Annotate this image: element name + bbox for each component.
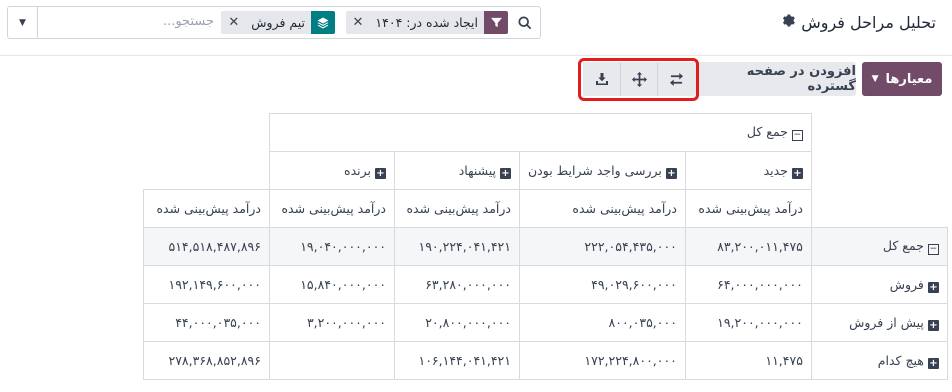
row-total-cell[interactable]: ۴۴,۰۰۰,۰۳۵,۰۰۰ bbox=[143, 303, 270, 342]
filter-facet-label: ایجاد شده در: ۱۴۰۴ bbox=[375, 15, 478, 30]
value-cell[interactable]: ۱۹,۲۰۰,۰۰۰,۰۰۰ bbox=[684, 303, 812, 342]
expand-icon: + bbox=[791, 167, 803, 179]
column-header-label: پیشنهاد bbox=[458, 162, 496, 178]
caret-down-icon: ▼ bbox=[19, 17, 26, 28]
groupby-facet-label: تیم فروش bbox=[251, 15, 305, 30]
value-cell[interactable]: ۴۹,۰۲۹,۶۰۰,۰۰۰ bbox=[519, 265, 686, 304]
column-header-won[interactable]: + برنده bbox=[269, 151, 395, 190]
table-row: ۲۷۸,۳۶۸,۸۵۲,۸۹۶ ۱۰۶,۱۴۴,۰۴۱,۴۲۱ ۱۷۲,۲۲۴,… bbox=[143, 341, 948, 380]
value-cell[interactable] bbox=[269, 341, 395, 380]
groupby-facet[interactable]: تیم فروش ✕ bbox=[221, 11, 335, 34]
expand-icon: + bbox=[927, 357, 939, 369]
column-total-label: جمع کل bbox=[746, 124, 788, 139]
value-cell[interactable]: ۱۵,۸۴۰,۰۰۰,۰۰۰ bbox=[269, 265, 395, 304]
value-cell[interactable]: ۱۷۲,۲۲۴,۸۰۰,۰۰۰ bbox=[519, 341, 686, 380]
gear-icon[interactable] bbox=[782, 13, 796, 31]
value-cell[interactable]: ۱۹,۰۴۰,۰۰۰,۰۰۰ bbox=[269, 227, 395, 266]
row-header-pre-sales[interactable]: +پیش از فروش bbox=[810, 303, 948, 342]
column-header-proposition[interactable]: + پیشنهاد bbox=[394, 151, 520, 190]
value-cell[interactable]: ۱۰۶,۱۴۴,۰۴۱,۴۲۱ bbox=[394, 341, 520, 380]
value-cell[interactable]: ۳,۲۰۰,۰۰۰,۰۰۰ bbox=[269, 303, 395, 342]
table-row: ۴۴,۰۰۰,۰۳۵,۰۰۰ ۳,۲۰۰,۰۰۰,۰۰۰ ۲۰,۸۰۰,۰۰۰,… bbox=[143, 303, 948, 342]
measure-header[interactable]: درآمد پیش‌بینی شده bbox=[684, 189, 812, 228]
row-total-cell[interactable]: ۲۷۸,۳۶۸,۸۵۲,۸۹۶ bbox=[143, 341, 270, 380]
layers-icon bbox=[311, 11, 335, 34]
blank-cell bbox=[811, 190, 947, 228]
row-header-label: پیش از فروش bbox=[849, 314, 924, 330]
search-input[interactable]: جستجو... bbox=[163, 14, 214, 29]
control-panel: تحلیل مراحل فروش ایجاد شده در: ۱۴۰۴ ✕ تی… bbox=[0, 0, 952, 56]
measure-header[interactable]: درآمد پیش‌بینی شده bbox=[143, 189, 270, 228]
row-total-cell[interactable]: ۱۹۲,۱۴۹,۶۰۰,۰۰۰ bbox=[143, 265, 270, 304]
value-cell[interactable]: ۸۳,۲۰۰,۰۱۱,۴۷۵ bbox=[684, 227, 812, 266]
column-total-header[interactable]: −جمع کل bbox=[269, 113, 812, 152]
expand-icon: + bbox=[927, 319, 939, 331]
row-header-total[interactable]: −جمع کل bbox=[810, 227, 948, 266]
value-cell[interactable]: ۶۳,۲۸۰,۰۰۰,۰۰۰ bbox=[394, 265, 520, 304]
search-icon[interactable] bbox=[510, 7, 540, 38]
column-header-label: بررسی واجد شرایط بودن bbox=[528, 162, 662, 178]
close-icon[interactable]: ✕ bbox=[346, 15, 370, 30]
add-to-spreadsheet-button[interactable]: افزودن در صفحه گسترده bbox=[694, 62, 856, 96]
row-header-label: فروش bbox=[889, 276, 924, 292]
value-cell[interactable]: ۱۱,۴۷۵ bbox=[684, 341, 812, 380]
value-cell[interactable]: ۱۹۰,۲۲۴,۰۴۱,۴۲۱ bbox=[394, 227, 520, 266]
column-header-label: برنده bbox=[344, 162, 371, 178]
measure-header[interactable]: درآمد پیش‌بینی شده bbox=[394, 189, 520, 228]
measure-header[interactable]: درآمد پیش‌بینی شده bbox=[269, 189, 395, 228]
breadcrumb: تحلیل مراحل فروش bbox=[782, 10, 936, 34]
expand-icon: + bbox=[375, 167, 386, 179]
value-cell[interactable]: ۲۲۲,۰۵۴,۴۳۵,۰۰۰ bbox=[519, 227, 686, 266]
caret-down-icon: ▼ bbox=[871, 74, 879, 84]
row-header-label: هیچ کدام bbox=[877, 352, 924, 368]
measure-header[interactable]: درآمد پیش‌بینی شده bbox=[519, 189, 686, 228]
blank-cell bbox=[144, 114, 270, 152]
table-row: ۱۹۲,۱۴۹,۶۰۰,۰۰۰ ۱۵,۸۴۰,۰۰۰,۰۰۰ ۶۳,۲۸۰,۰۰… bbox=[143, 265, 948, 304]
value-cell[interactable]: ۸۰۰,۰۳۵,۰۰۰ bbox=[519, 303, 686, 342]
highlight-outline bbox=[578, 58, 699, 101]
value-cell[interactable]: ۶۴,۰۰۰,۰۰۰,۰۰۰ bbox=[684, 265, 812, 304]
measures-button[interactable]: معیارها ▼ bbox=[862, 62, 942, 96]
row-total-cell[interactable]: ۵۱۴,۵۱۸,۴۸۷,۸۹۶ bbox=[143, 227, 270, 266]
table-row: ۵۱۴,۵۱۸,۴۸۷,۸۹۶ ۱۹,۰۴۰,۰۰۰,۰۰۰ ۱۹۰,۲۲۴,۰… bbox=[143, 227, 948, 266]
search-options-toggle[interactable]: ▼ bbox=[8, 7, 38, 38]
row-header-none[interactable]: +هیچ کدام bbox=[810, 341, 948, 380]
value-cell[interactable]: ۲۰,۸۰۰,۰۰۰,۰۰۰ bbox=[394, 303, 520, 342]
expand-icon: + bbox=[500, 167, 511, 179]
column-header-label: جدید bbox=[763, 162, 788, 178]
blank-cell bbox=[811, 152, 947, 190]
column-header-qualified[interactable]: +بررسی واجد شرایط بودن bbox=[519, 151, 686, 190]
column-header-new[interactable]: +جدید bbox=[684, 151, 812, 190]
collapse-icon: − bbox=[927, 244, 939, 255]
collapse-icon: − bbox=[791, 130, 803, 141]
close-icon[interactable]: ✕ bbox=[221, 15, 245, 30]
search-bar[interactable]: ایجاد شده در: ۱۴۰۴ ✕ تیم فروش ✕ جستجو...… bbox=[7, 6, 541, 39]
filter-icon bbox=[484, 11, 508, 34]
expand-icon: + bbox=[927, 281, 939, 293]
pivot-table: −جمع کل +برنده +پیشنهاد +بررسی واجد شرای… bbox=[143, 113, 948, 380]
page-title: تحلیل مراحل فروش bbox=[801, 12, 936, 32]
row-header-label: جمع کل bbox=[882, 238, 924, 253]
measures-button-label: معیارها bbox=[885, 71, 933, 87]
blank-cell bbox=[144, 152, 270, 190]
row-header-sales[interactable]: +فروش bbox=[810, 265, 948, 304]
filter-facet[interactable]: ایجاد شده در: ۱۴۰۴ ✕ bbox=[345, 11, 508, 34]
blank-cell bbox=[811, 114, 947, 152]
expand-icon: + bbox=[665, 167, 677, 179]
